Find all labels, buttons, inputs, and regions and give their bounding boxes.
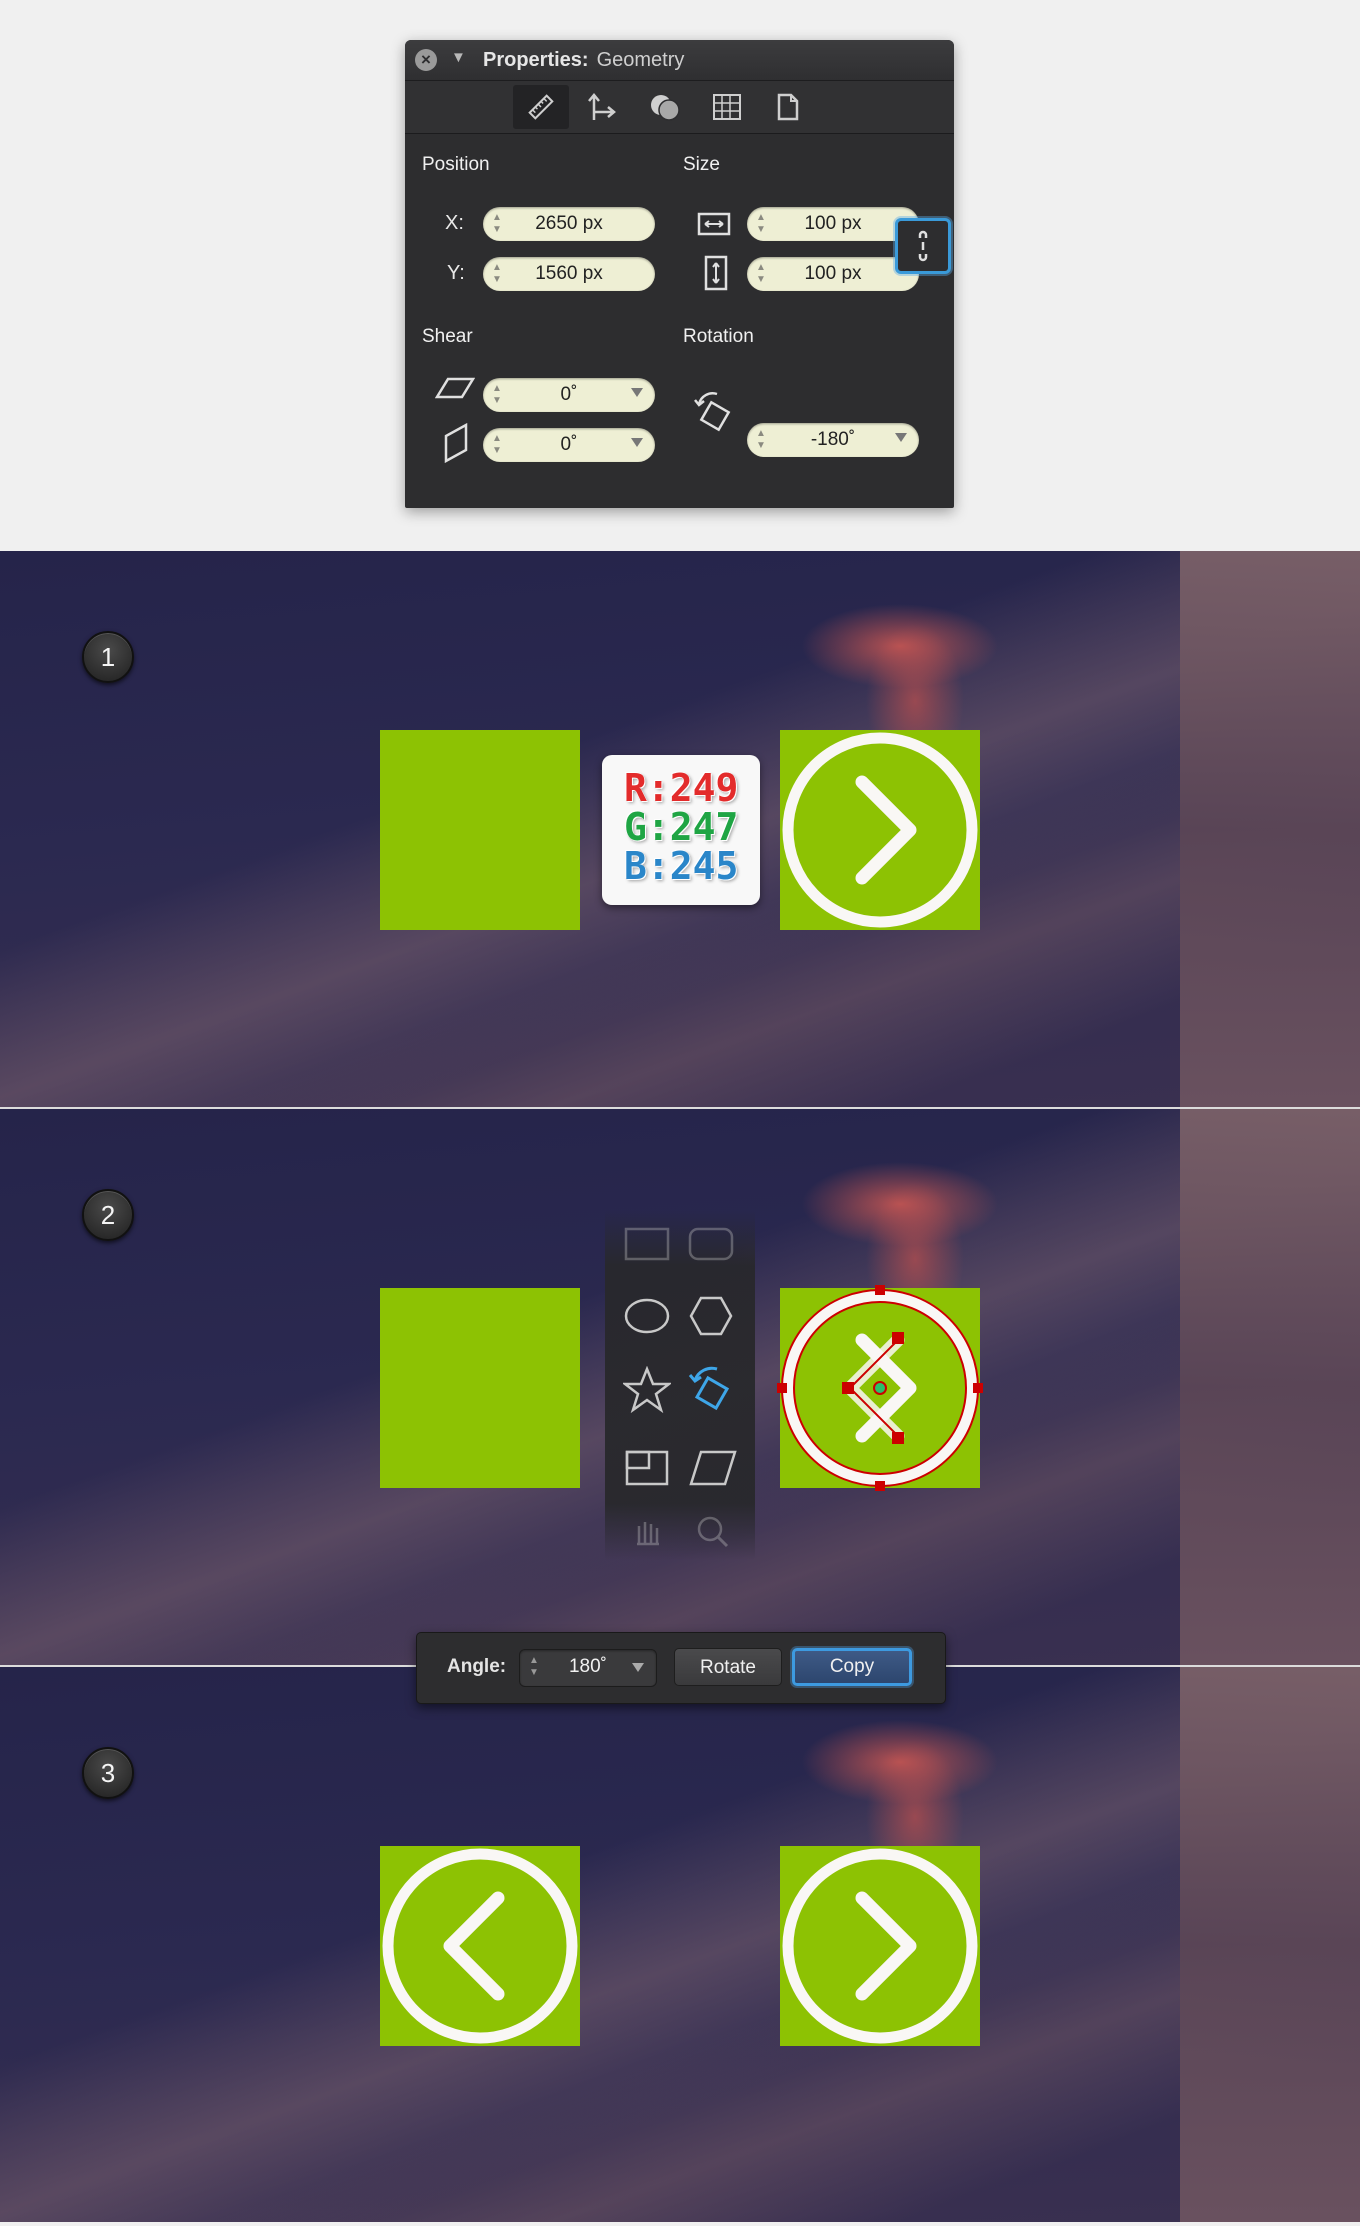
horizontal-shear-icon — [434, 376, 476, 405]
scale-icon[interactable] — [623, 1448, 671, 1493]
rotation-value: -180˚ — [810, 429, 856, 450]
previous-arrow-button[interactable] — [380, 1846, 580, 2046]
width-icon — [697, 212, 731, 241]
y-label: Y: — [447, 262, 465, 284]
size-label: Size — [683, 154, 720, 175]
rectangle-icon[interactable] — [623, 1226, 671, 1267]
panel-title: Properties: Geometry — [483, 49, 684, 72]
step-1-badge: 1 — [82, 631, 134, 683]
green-square[interactable] — [380, 1288, 580, 1488]
x-label: X: — [445, 212, 464, 234]
y-position-value: 1560 px — [535, 263, 603, 284]
step-2-badge: 2 — [82, 1189, 134, 1241]
document-icon[interactable] — [759, 85, 815, 129]
dropdown-arrow-icon[interactable] — [895, 433, 907, 442]
vertical-shear-icon — [443, 422, 469, 468]
chevron-right-icon — [782, 1848, 978, 2044]
background-blur — [1180, 1667, 1360, 2222]
y-position-field[interactable]: ▲ ▼ 1560 px — [483, 257, 655, 291]
panel-title-label: Properties: — [483, 49, 589, 71]
height-field[interactable]: ▲ ▼ 100 px — [747, 257, 919, 291]
ruler-icon[interactable] — [513, 85, 569, 129]
tools-palette — [605, 1210, 755, 1560]
star-icon[interactable] — [621, 1365, 673, 1419]
selected-arrow-button[interactable] — [777, 1285, 983, 1491]
position-label: Position — [422, 154, 490, 175]
color-swatch-card: R:249 G:247 B:245 — [602, 755, 760, 905]
shapes-icon[interactable] — [637, 85, 693, 129]
chevron-right-icon — [782, 732, 978, 928]
collapse-triangle-icon[interactable]: ▼ — [451, 49, 466, 66]
rotation-icon — [693, 390, 735, 441]
dropdown-arrow-icon[interactable] — [631, 388, 643, 397]
x-position-value: 2650 px — [535, 213, 603, 234]
x-position-field[interactable]: ▲ ▼ 2650 px — [483, 207, 655, 241]
green-square[interactable] — [380, 730, 580, 930]
move-icon[interactable] — [573, 85, 629, 129]
dropdown-arrow-icon[interactable] — [631, 438, 643, 447]
next-arrow-button[interactable] — [780, 1846, 980, 2046]
angle-field[interactable]: ▲ ▼ 180˚ — [519, 1649, 657, 1687]
dropdown-arrow-icon[interactable] — [632, 1663, 644, 1672]
height-icon — [704, 255, 728, 296]
close-icon[interactable]: × — [415, 49, 437, 71]
blue-value: B:245 — [624, 844, 739, 888]
next-arrow-button[interactable] — [780, 730, 980, 930]
panel-toolbar — [405, 81, 954, 134]
green-value: G:247 — [624, 805, 739, 849]
background-blur — [1180, 1109, 1360, 1665]
shear-label: Shear — [422, 326, 473, 347]
vertical-shear-value: 0˚ — [560, 434, 578, 455]
rotate-button[interactable]: Rotate — [674, 1648, 782, 1686]
width-value: 100 px — [804, 213, 862, 234]
step-3-canvas — [0, 1667, 1360, 2222]
panel-titlebar: × ▼ Properties: Geometry — [405, 40, 954, 81]
rotation-field[interactable]: ▲ ▼ -180˚ — [747, 423, 919, 457]
properties-panel: × ▼ Properties: Geometry Position X: ▲ ▼ 2… — [405, 40, 954, 508]
rotate-icon[interactable] — [687, 1364, 737, 1421]
width-field[interactable]: ▲ ▼ 100 px — [747, 207, 919, 241]
panel-title-value: Geometry — [596, 49, 685, 71]
copy-button[interactable]: Copy — [792, 1648, 912, 1686]
step-3-badge: 3 — [82, 1747, 134, 1799]
vertical-shear-field[interactable]: ▲ ▼ 0˚ — [483, 428, 655, 462]
horizontal-shear-field[interactable]: ▲ ▼ 0˚ — [483, 378, 655, 412]
grid-icon[interactable] — [699, 85, 755, 129]
chevron-left-icon — [382, 1848, 578, 2044]
horizontal-shear-value: 0˚ — [560, 384, 578, 405]
polygon-icon[interactable] — [687, 1294, 735, 1343]
rotate-options-bar: Angle: ▲ ▼ 180˚ Rotate Copy — [416, 1632, 946, 1704]
hand-icon[interactable] — [629, 1514, 665, 1555]
chain-link-icon — [918, 230, 928, 262]
constrain-proportions-button[interactable] — [895, 218, 951, 274]
red-value: R:249 — [624, 766, 739, 810]
rotation-selection-icon — [777, 1285, 983, 1491]
background-blur — [1180, 551, 1360, 1107]
height-value: 100 px — [804, 263, 862, 284]
zoom-icon[interactable] — [695, 1514, 731, 1555]
rounded-rectangle-icon[interactable] — [687, 1226, 735, 1267]
rotation-label: Rotation — [683, 326, 754, 347]
shear-icon[interactable] — [687, 1448, 739, 1493]
angle-label: Angle: — [447, 1656, 507, 1677]
ellipse-icon[interactable] — [623, 1296, 671, 1341]
